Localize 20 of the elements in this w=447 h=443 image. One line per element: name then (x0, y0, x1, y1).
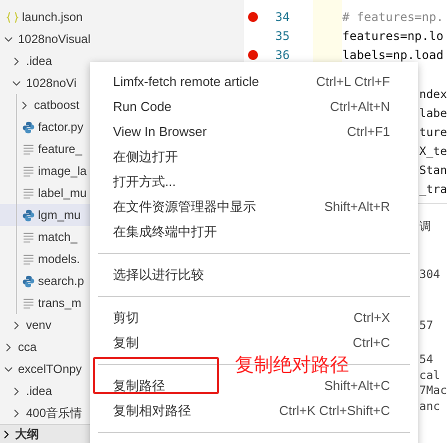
code-line: ndex (419, 86, 447, 100)
code-line: Stan (419, 162, 447, 176)
outline-title: 大纲 (15, 426, 39, 442)
code-line: _tra (419, 182, 447, 196)
code-line: features=np.lo (342, 28, 444, 42)
output-text: anc (419, 398, 442, 414)
annotation-text: 复制绝对路径 (235, 353, 349, 378)
code-line: labe (419, 106, 447, 120)
line-number: 34 (275, 10, 290, 24)
output-text: 304 (419, 266, 442, 283)
code-line: # features=np. (342, 10, 444, 24)
output-text: 54 (419, 351, 434, 368)
line-number: 36 (275, 48, 290, 62)
line-number: 35 (275, 28, 290, 42)
code-line: X_te (419, 144, 447, 158)
output-text: cal (419, 368, 442, 382)
code-line: ture (419, 124, 447, 138)
output-text: 7Mac (419, 382, 447, 398)
output-text: 57 (419, 317, 434, 334)
code-line: labels=np.load (342, 48, 444, 62)
